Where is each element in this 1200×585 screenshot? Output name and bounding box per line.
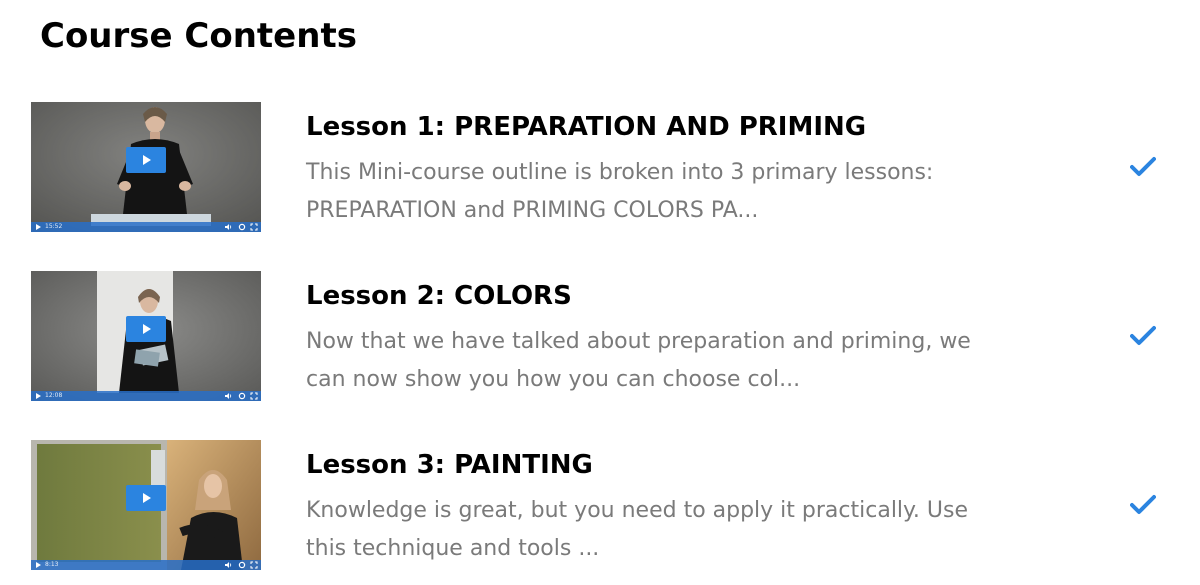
video-controls-bar: 15:52 <box>31 222 261 232</box>
video-controls-bar: 12:08 <box>31 391 261 401</box>
settings-icon[interactable] <box>238 392 246 400</box>
fullscreen-icon[interactable] <box>250 223 258 231</box>
video-time: 15:52 <box>45 223 63 230</box>
video-time: 12:08 <box>45 392 63 399</box>
fullscreen-icon[interactable] <box>250 561 258 569</box>
lesson-item-2[interactable]: 12:08 Lesson 2: COLORS Now that we have … <box>0 271 1200 401</box>
play-small-icon[interactable] <box>34 223 42 231</box>
play-button[interactable] <box>126 147 166 173</box>
lesson-title[interactable]: Lesson 1: PREPARATION AND PRIMING <box>306 107 866 147</box>
lesson-item-3[interactable]: 8:13 Lesson 3: PAINTING Knowledge is gre… <box>0 440 1200 570</box>
play-button[interactable] <box>126 485 166 511</box>
checkmark-icon <box>1130 157 1156 176</box>
volume-icon[interactable] <box>224 392 232 400</box>
volume-icon[interactable] <box>224 561 232 569</box>
fullscreen-icon[interactable] <box>250 392 258 400</box>
lesson-description: This Mini-course outline is broken into … <box>306 160 934 223</box>
checkmark-icon <box>1130 495 1156 514</box>
settings-icon[interactable] <box>238 223 246 231</box>
video-controls-bar: 8:13 <box>31 560 261 570</box>
play-icon <box>143 155 151 165</box>
lesson-item-1[interactable]: 15:52 Lesson 1: PREPARATION AND PRIMING … <box>0 102 1200 232</box>
play-button[interactable] <box>126 316 166 342</box>
video-thumbnail[interactable]: 15:52 <box>31 102 261 232</box>
page-title: Course Contents <box>40 16 357 56</box>
settings-icon[interactable] <box>238 561 246 569</box>
volume-icon[interactable] <box>224 223 232 231</box>
play-icon <box>143 324 151 334</box>
video-thumbnail[interactable]: 12:08 <box>31 271 261 401</box>
lesson-description: Now that we have talked about preparatio… <box>306 329 971 392</box>
play-small-icon[interactable] <box>34 561 42 569</box>
video-thumbnail[interactable]: 8:13 <box>31 440 261 570</box>
play-icon <box>143 493 151 503</box>
checkmark-icon <box>1130 326 1156 345</box>
video-time: 8:13 <box>45 561 59 568</box>
lesson-title[interactable]: Lesson 3: PAINTING <box>306 445 593 485</box>
play-small-icon[interactable] <box>34 392 42 400</box>
lesson-title[interactable]: Lesson 2: COLORS <box>306 276 572 316</box>
lesson-description: Knowledge is great, but you need to appl… <box>306 498 969 561</box>
